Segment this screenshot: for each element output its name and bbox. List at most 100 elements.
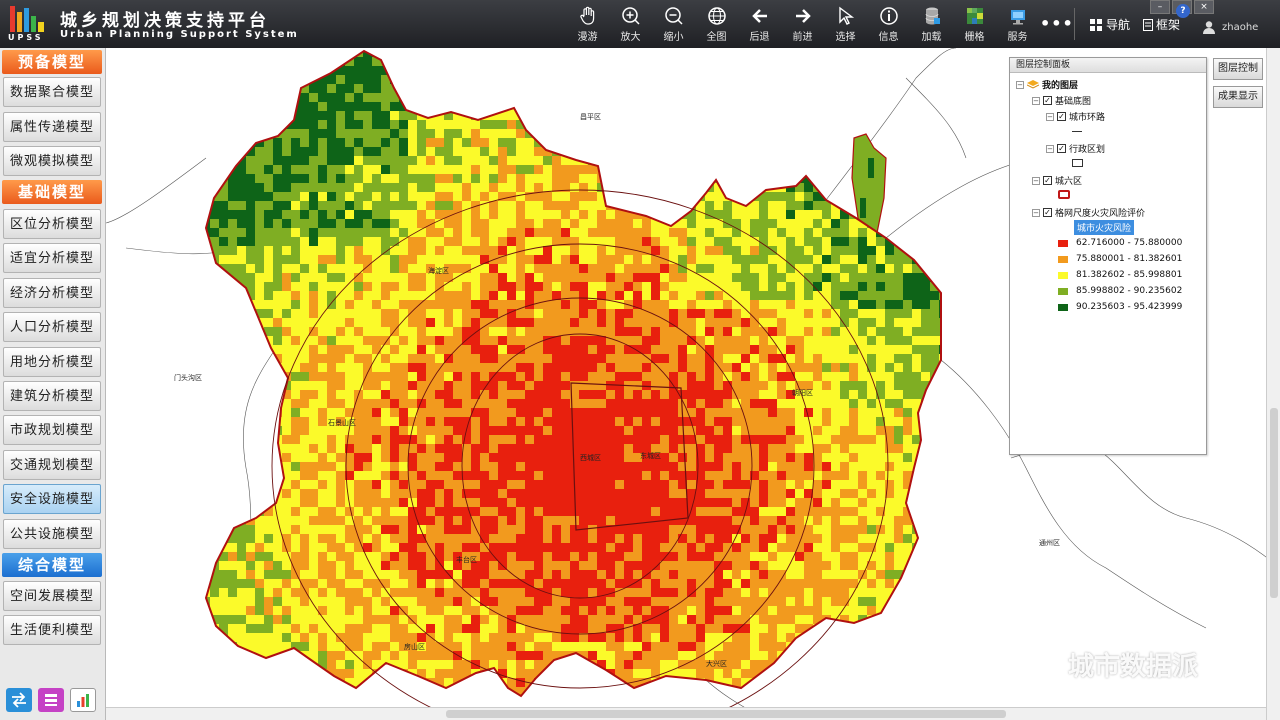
info-button[interactable]: 信息 — [867, 6, 910, 44]
raster-cell — [291, 237, 300, 246]
minimize-button[interactable]: – — [1150, 0, 1170, 14]
select-button[interactable]: 选择 — [824, 6, 867, 44]
raster-cell — [912, 291, 921, 300]
raster-cell — [858, 498, 867, 507]
pan-button[interactable]: 漫游 — [566, 6, 609, 44]
raster-cell — [948, 381, 957, 390]
full-extent-button[interactable]: 全图 — [695, 6, 738, 44]
model-traffic-planning[interactable]: 交通规划模型 — [3, 450, 101, 480]
raster-cell — [939, 147, 941, 156]
raster-cell — [930, 264, 939, 273]
raster-cell — [291, 246, 300, 255]
raster-cell — [399, 291, 408, 300]
raster-cell — [336, 219, 345, 228]
raster-cell — [705, 120, 714, 129]
model-economic-analysis[interactable]: 经济分析模型 — [3, 278, 101, 308]
zoom-out-button[interactable]: 缩小 — [652, 6, 695, 44]
raster-cell — [219, 516, 228, 525]
model-location-analysis[interactable]: 区位分析模型 — [3, 209, 101, 239]
back-button[interactable]: 后退 — [738, 6, 781, 44]
model-data-aggregation[interactable]: 数据聚合模型 — [3, 77, 101, 107]
raster-cell — [282, 147, 291, 156]
raster-cell — [264, 309, 273, 318]
service-button[interactable]: 服务 — [996, 6, 1039, 44]
navigation-label: 导航 — [1106, 18, 1131, 32]
raster-cell — [354, 327, 363, 336]
raster-cell — [813, 201, 822, 210]
raster-cell — [696, 435, 705, 444]
raster-cell — [561, 219, 570, 228]
more-button[interactable]: ••• — [1040, 14, 1074, 33]
category-comprehensive-models[interactable]: 综合模型 — [2, 553, 102, 577]
raster-cell — [354, 363, 363, 372]
raster-cell — [507, 255, 516, 264]
raster-cell — [210, 75, 219, 84]
model-attribute-transfer[interactable]: 属性传递模型 — [3, 112, 101, 142]
raster-cell — [633, 228, 642, 237]
forward-button[interactable]: 前进 — [781, 6, 824, 44]
raster-cell — [291, 516, 300, 525]
raster-cell — [840, 246, 849, 255]
model-land-use-analysis[interactable]: 用地分析模型 — [3, 347, 101, 377]
raster-cell — [894, 399, 903, 408]
raster-cell — [678, 246, 687, 255]
user-menu[interactable]: zhaohe — [1202, 20, 1258, 34]
raster-cell — [426, 408, 435, 417]
frame-button[interactable]: 框架 — [1143, 16, 1180, 33]
model-spatial-development[interactable]: 空间发展模型 — [3, 581, 101, 611]
raster-cell — [444, 165, 453, 174]
raster-cell — [327, 489, 336, 498]
model-micro-simulation[interactable]: 微观模拟模型 — [3, 146, 101, 176]
raster-cell — [318, 192, 327, 201]
raster-cell — [264, 237, 273, 246]
raster-cell — [867, 129, 876, 138]
raster-cell — [930, 336, 939, 345]
swap-icon[interactable] — [6, 688, 32, 712]
raster-cell — [948, 201, 957, 210]
raster-cell — [552, 219, 561, 228]
model-municipal-planning[interactable]: 市政规划模型 — [3, 415, 101, 445]
navigation-button[interactable]: 导航 — [1090, 16, 1130, 33]
raster-cell — [282, 201, 291, 210]
model-safety-facilities[interactable]: 安全设施模型 — [3, 484, 101, 514]
load-button[interactable]: 加载 — [910, 6, 953, 44]
raster-cell — [795, 291, 804, 300]
raster-cell — [642, 345, 651, 354]
raster-cell — [606, 246, 615, 255]
model-population-analysis[interactable]: 人口分析模型 — [3, 312, 101, 342]
zoom-in-button[interactable]: 放大 — [609, 6, 652, 44]
raster-cell — [633, 417, 642, 426]
raster-cell — [570, 246, 579, 255]
raster-button[interactable]: 栅格 — [953, 6, 996, 44]
raster-cell — [237, 129, 246, 138]
raster-cell — [489, 399, 498, 408]
raster-cell — [678, 183, 687, 192]
model-living-convenience[interactable]: 生活便利模型 — [3, 615, 101, 645]
category-basic-models[interactable]: 基础模型 — [2, 180, 102, 204]
raster-cell — [903, 156, 912, 165]
list-icon[interactable] — [38, 688, 64, 712]
model-suitability-analysis[interactable]: 适宜分析模型 — [3, 243, 101, 273]
bar-chart-icon[interactable] — [70, 688, 96, 712]
raster-cell — [246, 480, 255, 489]
raster-cell — [723, 489, 732, 498]
help-button[interactable]: ? — [1176, 4, 1190, 18]
raster-cell — [480, 498, 489, 507]
raster-cell — [399, 336, 408, 345]
raster-cell — [912, 165, 921, 174]
category-prep-models[interactable]: 预备模型 — [2, 50, 102, 74]
model-building-analysis[interactable]: 建筑分析模型 — [3, 381, 101, 411]
raster-cell — [669, 525, 678, 534]
raster-cell — [723, 453, 732, 462]
raster-cell — [480, 309, 489, 318]
model-public-facilities[interactable]: 公共设施模型 — [3, 519, 101, 549]
raster-cell — [660, 210, 669, 219]
close-button[interactable]: × — [1194, 0, 1214, 14]
raster-cell — [723, 201, 732, 210]
raster-cell — [462, 57, 471, 66]
raster-cell — [237, 138, 246, 147]
raster-cell — [579, 372, 588, 381]
raster-cell — [930, 75, 939, 84]
raster-cell — [606, 192, 615, 201]
raster-cell — [615, 507, 624, 516]
